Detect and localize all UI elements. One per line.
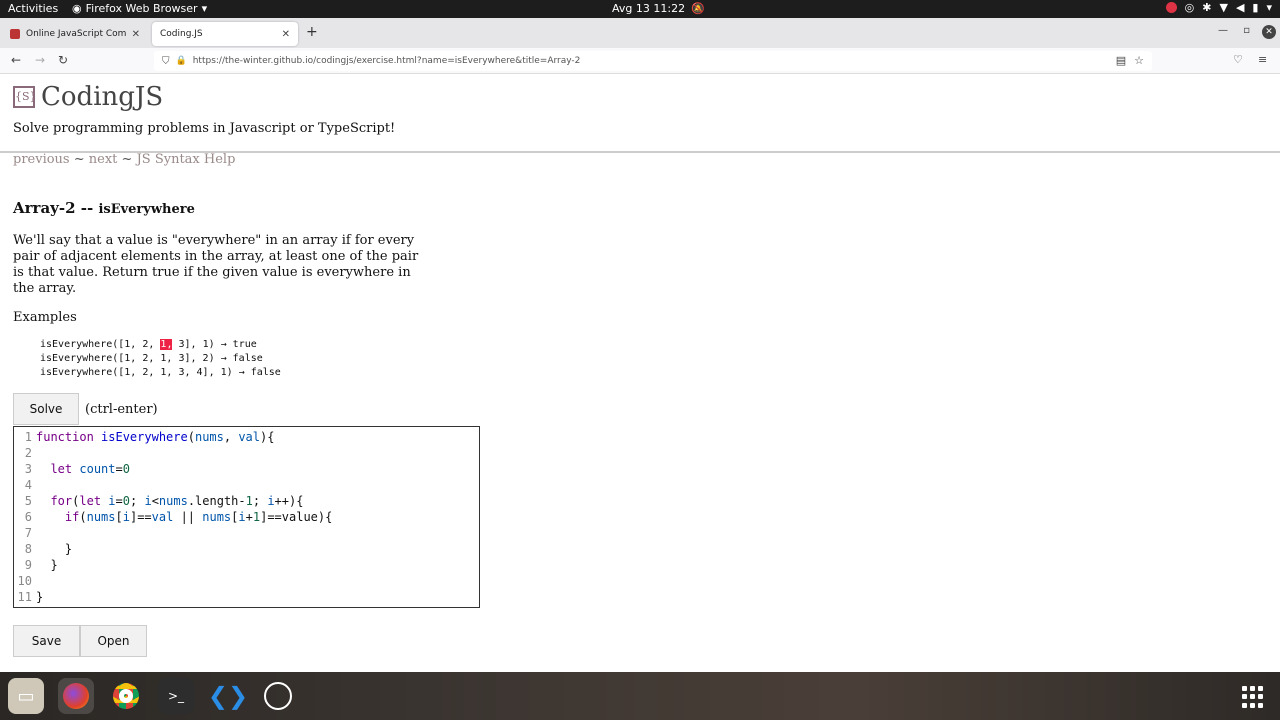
new-tab-icon[interactable]: +: [306, 24, 318, 40]
system-top-bar: Activities ◉ Firefox Web Browser ▾ Avg 1…: [0, 0, 1280, 18]
obs-tray-icon: ◎: [1184, 1, 1195, 14]
power-menu-icon: ▾: [1266, 1, 1272, 14]
code-editor[interactable]: 1 function isEverywhere(nums, val){ 2 3 l…: [13, 426, 480, 608]
browser-tab[interactable]: Online JavaScript Compile ✕: [2, 22, 148, 46]
activities-button[interactable]: Activities: [8, 2, 58, 15]
pocket-icon[interactable]: ♡: [1233, 53, 1243, 66]
wifi-icon: ▼: [1219, 1, 1228, 14]
browser-tab-strip: Online JavaScript Compile ✕ Coding.JS ✕ …: [0, 18, 1280, 48]
show-apps-icon[interactable]: [1242, 686, 1264, 708]
minimize-icon[interactable]: —: [1218, 25, 1228, 36]
example-text: 3], 1) → true: [172, 339, 257, 350]
code-line: let count=0: [50, 462, 130, 476]
dock: ▭ >_ ❮❯: [0, 672, 1280, 720]
problem-title: Array-2 -- isEverywhere: [13, 199, 195, 217]
volume-icon: ◀: [1235, 1, 1245, 14]
obs-icon[interactable]: [260, 678, 296, 714]
shield-icon: ⛉: [162, 55, 170, 67]
problem-description: We'll say that a value is "everywhere" i…: [13, 233, 419, 296]
app-menu-label: Firefox Web Browser: [85, 2, 198, 15]
forward-icon[interactable]: →: [35, 53, 45, 67]
browser-nav-bar: ← → ↻ ⛉ 🔒 https://the-winter.github.io/c…: [0, 48, 1280, 74]
save-button[interactable]: Save: [13, 625, 80, 657]
tab-title: Online JavaScript Compile: [26, 29, 126, 39]
chrome-icon[interactable]: [108, 678, 144, 714]
bookmark-star-icon[interactable]: ☆: [1134, 54, 1144, 67]
line-number: 4: [24, 478, 32, 492]
site-header: {S} CodingJS: [13, 82, 163, 112]
url-text: https://the-winter.github.io/codingjs/ex…: [192, 56, 581, 66]
line-number: 11: [17, 590, 32, 604]
example-text: isEverywhere([1, 2, 1, 3], 2) → false: [40, 353, 263, 364]
line-number: 1: [24, 430, 32, 444]
example-text: isEverywhere([1, 2, 1, 3, 4], 1) → false: [40, 367, 281, 378]
window-close-icon[interactable]: ✕: [1262, 25, 1276, 39]
example-highlight: 1,: [160, 339, 173, 350]
next-link[interactable]: next: [89, 152, 118, 167]
example-text: isEverywhere([1, 2,: [40, 339, 161, 350]
line-number: 10: [17, 574, 32, 588]
code-line: }: [36, 542, 73, 556]
open-button[interactable]: Open: [80, 625, 147, 657]
back-icon[interactable]: ←: [11, 53, 21, 67]
line-number: 7: [24, 526, 32, 540]
tab-favicon-icon: [10, 29, 20, 39]
examples-list: isEverywhere([1, 2, 1, 3], 1) → true isE…: [40, 338, 281, 380]
example-line: isEverywhere([1, 2, 1, 3], 1) → true: [40, 338, 281, 352]
clock[interactable]: Avg 13 11:22 🔕: [612, 2, 705, 15]
line-number: 9: [24, 558, 32, 572]
line-number: 2: [24, 446, 32, 460]
reload-icon[interactable]: ↻: [58, 53, 68, 67]
logo-icon: {S}: [13, 86, 37, 108]
site-title: CodingJS: [41, 82, 164, 112]
battery-icon: ▮: [1252, 1, 1259, 14]
page-content: {S} CodingJS Solve programming problems …: [0, 74, 1280, 672]
nav-separator: ~: [69, 152, 89, 167]
example-line: isEverywhere([1, 2, 1, 3, 4], 1) → false: [40, 366, 281, 380]
code-line: function isEverywhere(nums, val){: [36, 430, 275, 444]
tab-title: Coding.JS: [160, 29, 203, 39]
maximize-icon[interactable]: ▫: [1243, 25, 1250, 36]
browser-tab-active[interactable]: Coding.JS ✕: [152, 22, 298, 46]
firefox-icon: ◉: [72, 2, 82, 15]
code-line: }: [36, 590, 44, 604]
system-tray[interactable]: ◎ ✱ ▼ ◀ ▮ ▾: [1165, 1, 1272, 14]
line-number: 5: [24, 494, 32, 508]
problem-nav: previous ~ next ~ JS Syntax Help: [13, 152, 235, 167]
solve-button[interactable]: Solve: [13, 393, 79, 425]
tab-close-icon[interactable]: ✕: [282, 29, 290, 40]
line-number: 8: [24, 542, 32, 556]
clock-text: Avg 13 11:22: [612, 2, 686, 15]
firefox-icon[interactable]: [58, 678, 94, 714]
url-bar[interactable]: ⛉ 🔒 https://the-winter.github.io/codingj…: [154, 51, 1152, 71]
lock-icon: 🔒: [175, 56, 187, 66]
tab-close-icon[interactable]: ✕: [132, 29, 140, 40]
code-line: }: [36, 558, 58, 572]
menu-icon[interactable]: ≡: [1258, 53, 1267, 66]
vscode-icon[interactable]: ❮❯: [208, 678, 248, 714]
solve-hotkey-hint: (ctrl-enter): [85, 402, 158, 417]
tagline: Solve programming problems in Javascript…: [13, 121, 396, 136]
app-menu[interactable]: ◉ Firefox Web Browser ▾: [72, 2, 207, 15]
syntax-help-link[interactable]: JS Syntax Help: [137, 152, 236, 167]
code-line: for(let i=0; i<nums.length-1; i++){: [50, 494, 304, 508]
notifications-muted-icon: 🔕: [691, 2, 705, 15]
example-line: isEverywhere([1, 2, 1, 3], 2) → false: [40, 352, 281, 366]
examples-heading: Examples: [13, 310, 77, 325]
problem-category: Array-2 --: [13, 199, 99, 217]
recording-icon: [1165, 2, 1177, 13]
code-line: if(nums[i]==val || nums[i+1]==value){: [64, 510, 333, 524]
previous-link[interactable]: previous: [13, 152, 70, 167]
line-number: 6: [24, 510, 32, 524]
line-number: 3: [24, 462, 32, 476]
bluetooth-icon: ✱: [1202, 1, 1212, 14]
files-icon[interactable]: ▭: [8, 678, 44, 714]
reader-view-icon[interactable]: ▤: [1116, 54, 1126, 67]
terminal-icon[interactable]: >_: [158, 678, 194, 714]
nav-separator: ~: [117, 152, 137, 167]
problem-name: isEverywhere: [98, 202, 195, 217]
chevron-down-icon: ▾: [201, 2, 208, 15]
